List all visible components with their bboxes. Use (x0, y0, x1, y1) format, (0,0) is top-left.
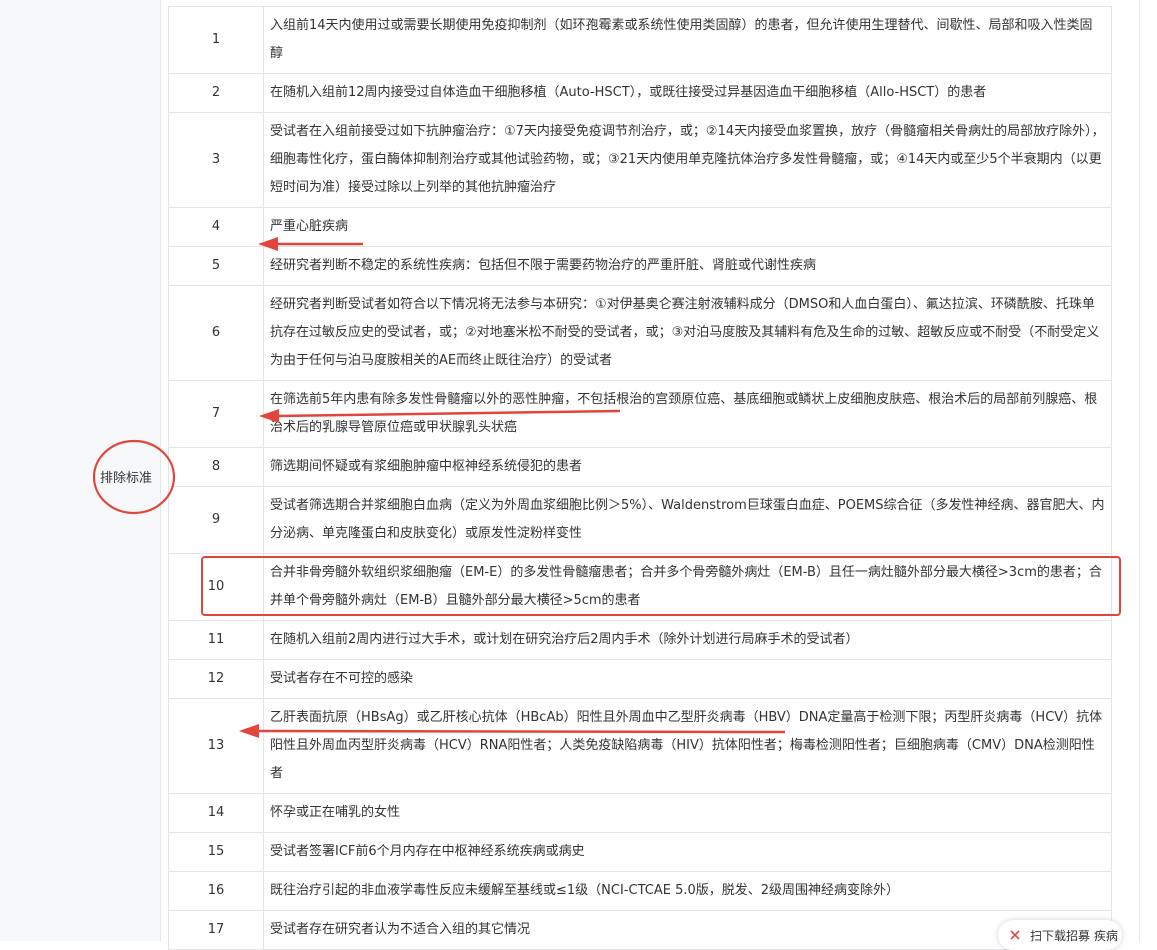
row-number: 5 (168, 246, 264, 286)
row-number: 1 (168, 6, 264, 74)
criterion-text: 受试者存在研究者认为不适合入组的其它情况 (263, 910, 1112, 950)
close-icon[interactable] (1008, 928, 1022, 942)
row-number: 7 (168, 380, 264, 448)
criterion-text: 经研究者判断不稳定的系统性疾病：包括但不限于需要药物治疗的严重肝脏、肾脏或代谢性… (263, 246, 1112, 286)
table-row: 12 受试者存在不可控的感染 (168, 659, 1112, 699)
row-number: 8 (168, 447, 264, 487)
row-number: 15 (168, 832, 264, 872)
table-row: 2 在随机入组前12周内接受过自体造血干细胞移植（Auto-HSCT），或既往接受… (168, 73, 1112, 113)
criterion-text: 乙肝表面抗原（HBsAg）或乙肝核心抗体（HBcAb）阳性且外周血中乙型肝炎病毒… (263, 698, 1112, 794)
table-row: 11 在随机入组前2周内进行过大手术，或计划在研究治疗后2周内手术（除外计划进行局… (168, 620, 1112, 660)
right-border (1139, 0, 1140, 941)
table-row: 13 乙肝表面抗原（HBsAg）或乙肝核心抗体（HBcAb）阳性且外周血中乙型肝炎… (168, 698, 1112, 794)
row-number: 10 (168, 553, 264, 621)
table-row: 8 筛选期间怀疑或有浆细胞肿瘤中枢神经系统侵犯的患者 (168, 447, 1112, 487)
row-number: 14 (168, 793, 264, 833)
row-number: 11 (168, 620, 264, 660)
table-row: 5 经研究者判断不稳定的系统性疾病：包括但不限于需要药物治疗的严重肝脏、肾脏或代谢… (168, 246, 1112, 286)
table-row: 10 合并非骨旁髓外软组织浆细胞瘤（EM-E）的多发性骨髓瘤患者；合并多个骨旁髓外… (168, 553, 1112, 621)
table-row: 15 受试者签署ICF前6个月内存在中枢神经系统疾病或病史 (168, 832, 1112, 872)
table-row: 3 受试者在入组前接受过如下抗肿瘤治疗：①7天内接受免疫调节剂治疗，或；②14天内… (168, 112, 1112, 208)
row-number: 3 (168, 112, 264, 208)
row-number: 4 (168, 207, 264, 247)
row-number: 12 (168, 659, 264, 699)
table-row: 7 在筛选前5年内患有除多发性骨髓瘤以外的恶性肿瘤，不包括根治的宫颈原位癌、基底细… (168, 380, 1112, 448)
criterion-text: 经研究者判断受试者如符合以下情况将无法参与本研究：①对伊基奥仑赛注射液辅料成分（… (263, 285, 1112, 381)
criterion-text: 合并非骨旁髓外软组织浆细胞瘤（EM-E）的多发性骨髓瘤患者；合并多个骨旁髓外病灶… (263, 553, 1112, 621)
criterion-text: 怀孕或正在哺乳的女性 (263, 793, 1112, 833)
criterion-text: 在随机入组前2周内进行过大手术，或计划在研究治疗后2周内手术（除外计划进行局麻手… (263, 620, 1112, 660)
table-row: 4 严重心脏疾病 (168, 207, 1112, 247)
criterion-text: 受试者在入组前接受过如下抗肿瘤治疗：①7天内接受免疫调节剂治疗，或；②14天内接… (263, 112, 1112, 208)
table-row: 14 怀孕或正在哺乳的女性 (168, 793, 1112, 833)
row-number: 2 (168, 73, 264, 113)
page: 排除标准 1 入组前14天内使用过或需要长期使用免疫抑制剂（如环孢霉素或系统性使用… (0, 0, 1157, 950)
exclusion-criteria-table: 1 入组前14天内使用过或需要长期使用免疫抑制剂（如环孢霉素或系统性使用类固醇）的… (168, 6, 1112, 950)
criterion-text: 受试者筛选期合并浆细胞白血病（定义为外周血浆细胞比例＞5%）、Waldenstr… (263, 486, 1112, 554)
criterion-text: 入组前14天内使用过或需要长期使用免疫抑制剂（如环孢霉素或系统性使用类固醇）的患… (263, 6, 1112, 74)
table-row: 17 受试者存在研究者认为不适合入组的其它情况 (168, 910, 1112, 950)
table-row: 6 经研究者判断受试者如符合以下情况将无法参与本研究：①对伊基奥仑赛注射液辅料成分… (168, 285, 1112, 381)
row-number: 13 (168, 698, 264, 794)
criterion-text: 既往治疗引起的非血液学毒性反应未缓解至基线或≤1级（NCI-CTCAE 5.0版… (263, 871, 1112, 911)
table-row: 1 入组前14天内使用过或需要长期使用免疫抑制剂（如环孢霉素或系统性使用类固醇）的… (168, 6, 1112, 74)
row-number: 6 (168, 285, 264, 381)
section-label: 排除标准 (99, 470, 152, 486)
criterion-text: 在筛选前5年内患有除多发性骨髓瘤以外的恶性肿瘤，不包括根治的宫颈原位癌、基底细胞… (263, 380, 1112, 448)
table-row: 16 既往治疗引起的非血液学毒性反应未缓解至基线或≤1级（NCI-CTCAE 5.… (168, 871, 1112, 911)
table-body: 1 入组前14天内使用过或需要长期使用免疫抑制剂（如环孢霉素或系统性使用类固醇）的… (168, 6, 1112, 950)
row-number: 17 (168, 910, 264, 950)
criterion-text: 在随机入组前12周内接受过自体造血干细胞移植（Auto-HSCT），或既往接受过… (263, 73, 1112, 113)
row-number: 9 (168, 486, 264, 554)
criterion-text: 受试者签署ICF前6个月内存在中枢神经系统疾病或病史 (263, 832, 1112, 872)
criterion-text: 受试者存在不可控的感染 (263, 659, 1112, 699)
criterion-text: 筛选期间怀疑或有浆细胞肿瘤中枢神经系统侵犯的患者 (263, 447, 1112, 487)
floating-recruit-button[interactable]: 扫下载招募 疾病 (998, 920, 1122, 950)
table-row: 9 受试者筛选期合并浆细胞白血病（定义为外周血浆细胞比例＞5%）、Waldenst… (168, 486, 1112, 554)
criterion-text: 严重心脏疾病 (263, 207, 1112, 247)
row-number: 16 (168, 871, 264, 911)
